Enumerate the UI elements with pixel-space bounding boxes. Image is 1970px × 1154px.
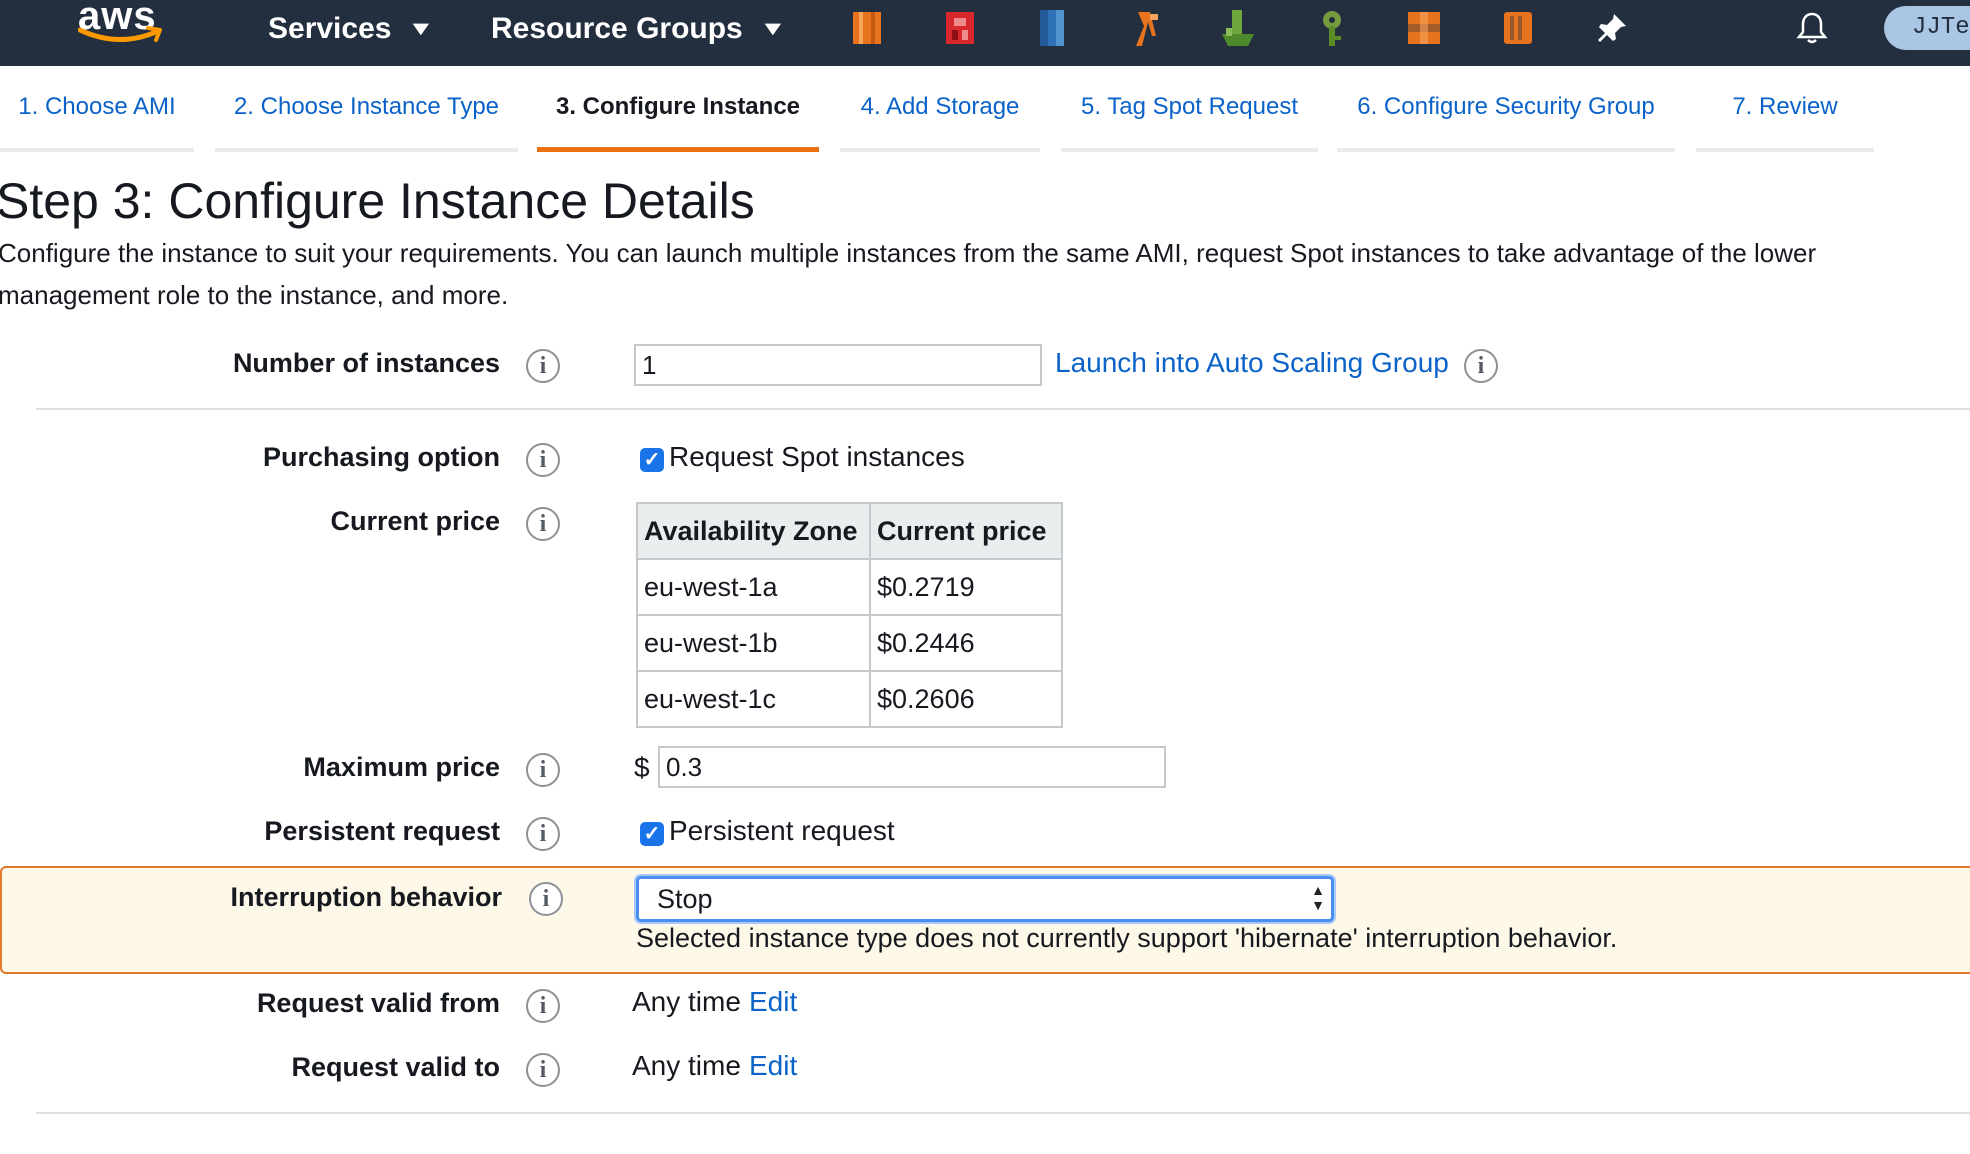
info-icon[interactable]: i [1464,349,1498,383]
chevron-down-icon: ▼ [758,17,787,40]
price-cell: $0.2719 [869,558,1063,616]
info-icon[interactable]: i [526,989,560,1023]
tab-label: 4. Add Storage [860,93,1020,120]
tab-configure-security-group[interactable]: 6. Configure Security Group [1337,66,1675,152]
request-valid-to-value: Any time [632,1050,741,1081]
section-divider [36,1112,1970,1114]
current-price-table: Availability Zone Current price eu-west-… [636,502,1063,728]
launch-into-asg-link[interactable]: Launch into Auto Scaling Group [1055,347,1449,379]
page-title: Step 3: Configure Instance Details [0,173,755,229]
select-arrows-icon: ▲ ▼ [1311,882,1325,913]
table-row: eu-west-1a $0.2719 [636,558,1063,616]
interruption-behavior-selected-value: Stop [657,884,713,914]
purchasing-option-label: Purchasing option [262,442,500,472]
tab-add-storage[interactable]: 4. Add Storage [840,66,1040,152]
info-icon[interactable]: i [526,1053,560,1087]
top-navigation-bar: aws Services ▼ Resource Groups ▼ JJTe [0,0,1970,66]
wizard-steps: 1. Choose AMI 2. Choose Instance Type 3.… [0,66,1970,152]
number-of-instances-label: Number of instances [232,348,500,378]
tab-choose-instance-type[interactable]: 2. Choose Instance Type [215,66,518,152]
resource-groups-menu-label: Resource Groups [491,12,743,45]
request-valid-to-label: Request valid to [291,1052,500,1082]
tab-choose-ami[interactable]: 1. Choose AMI [0,66,194,152]
persistent-request-checkbox[interactable]: ✓ [640,822,664,846]
account-menu[interactable]: JJTech [1884,6,1970,50]
resource-groups-menu[interactable]: Resource Groups ▼ [491,0,786,58]
interruption-warning-message: Selected instance type does not currentl… [636,923,1618,953]
persistent-request-checkbox-label[interactable]: Persistent request [669,815,895,847]
tab-configure-instance[interactable]: 3. Configure Instance [537,66,819,152]
request-valid-to-edit-link[interactable]: Edit [749,1050,797,1082]
availability-zone-cell: eu-west-1c [636,670,871,728]
table-header-row: Availability Zone Current price [636,502,1063,560]
table-row: eu-west-1c $0.2606 [636,670,1063,728]
info-icon[interactable]: i [529,882,563,916]
bell-icon[interactable] [1794,10,1830,46]
lambda-icon[interactable] [1124,6,1168,50]
info-icon[interactable]: i [526,507,560,541]
request-spot-instances-checkbox[interactable]: ✓ [640,448,664,472]
maximum-price-label: Maximum price [303,752,500,782]
tab-review[interactable]: 7. Review [1696,66,1874,152]
page-description-line: management role to the instance, and mor… [0,280,509,310]
request-spot-instances-label[interactable]: Request Spot instances [669,441,965,473]
s3-icon[interactable] [938,6,982,50]
maximum-price-input[interactable] [658,746,1166,788]
kms-icon[interactable] [1310,6,1354,50]
ecr-icon[interactable] [1496,6,1540,50]
ec2-icon[interactable] [845,6,889,50]
tab-tag-spot-request[interactable]: 5. Tag Spot Request [1061,66,1318,152]
tab-label: 3. Configure Instance [555,92,801,120]
interruption-behavior-select[interactable]: Stop ▲ ▼ [636,876,1334,922]
price-cell: $0.2606 [869,670,1063,728]
aws-logo[interactable]: aws [78,0,164,54]
page-description-line: Configure the instance to suit your requ… [0,238,1817,268]
section-divider [36,408,1970,410]
request-valid-from-label: Request valid from [256,988,500,1018]
info-icon[interactable]: i [526,443,560,477]
current-price-label: Current price [330,506,500,536]
number-of-instances-input[interactable] [634,344,1042,386]
aws-smile-icon [78,26,162,43]
info-icon[interactable]: i [526,753,560,787]
interruption-behavior-label: Interruption behavior [230,882,502,912]
services-menu[interactable]: Services ▼ [268,0,435,58]
pin-icon[interactable] [1594,10,1630,46]
tab-label: 5. Tag Spot Request [1080,93,1299,120]
services-menu-label: Services [268,12,392,45]
currency-symbol: $ [634,752,650,783]
tab-label: 1. Choose AMI [18,93,176,120]
availability-zone-cell: eu-west-1b [636,614,871,672]
cloudformation-icon[interactable] [1216,6,1260,50]
page-description: Configure the instance to suit your requ… [0,232,1970,316]
tab-label: 6. Configure Security Group [1357,93,1655,120]
dynamodb-icon[interactable] [1030,6,1074,50]
price-cell: $0.2446 [869,614,1063,672]
account-username: JJTech [1912,14,1970,41]
info-icon[interactable]: i [526,349,560,383]
chevron-down-icon: ▼ [407,17,436,40]
request-valid-from-edit-link[interactable]: Edit [749,986,797,1018]
column-header-current-price: Current price [869,502,1063,560]
table-row: eu-west-1b $0.2446 [636,614,1063,672]
request-valid-from-value: Any time [632,986,741,1017]
column-header-availability-zone: Availability Zone [636,502,871,560]
batch-icon[interactable] [1402,6,1446,50]
info-icon[interactable]: i [526,817,560,851]
availability-zone-cell: eu-west-1a [636,558,871,616]
tab-label: 7. Review [1732,93,1838,120]
persistent-request-label: Persistent request [264,816,500,846]
tab-label: 2. Choose Instance Type [233,93,500,120]
